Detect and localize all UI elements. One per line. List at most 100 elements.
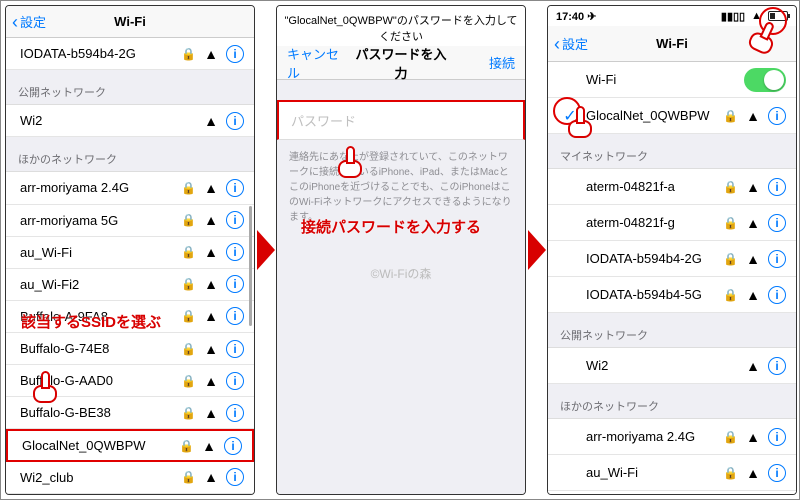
network-row[interactable]: Wi2▲i bbox=[548, 348, 796, 384]
network-row[interactable]: Buffalo-G-BE38🔒▲i bbox=[6, 397, 254, 429]
network-ssid: Wi2 bbox=[20, 113, 196, 128]
cellular-icon: ▮▮▯▯ bbox=[721, 10, 745, 23]
wifi-icon: ▲ bbox=[204, 405, 218, 421]
scrollbar[interactable] bbox=[249, 206, 252, 326]
network-ssid: GlocalNet_0QWBPW bbox=[22, 438, 171, 453]
lock-icon: 🔒 bbox=[723, 252, 738, 266]
lock-icon: 🔒 bbox=[179, 439, 194, 453]
checkmark-icon: ✓ bbox=[562, 106, 578, 126]
lock-icon: 🔒 bbox=[181, 406, 196, 420]
network-row[interactable]: arr-moriyama 5G 🔒 ▲ i bbox=[6, 205, 254, 237]
lock-icon: 🔒 bbox=[181, 309, 196, 323]
wifi-toggle[interactable] bbox=[744, 68, 786, 92]
section-header-other: ほかのネットワーク bbox=[6, 137, 254, 172]
network-row[interactable]: aterm-04821f-g🔒▲i bbox=[548, 205, 796, 241]
network-ssid: Buffalo-G-AAD0 bbox=[20, 373, 173, 388]
lock-icon: 🔒 bbox=[181, 181, 196, 195]
info-icon[interactable]: i bbox=[768, 357, 786, 375]
lock-icon: 🔒 bbox=[181, 342, 196, 356]
info-icon[interactable]: i bbox=[226, 404, 244, 422]
info-icon[interactable]: i bbox=[768, 107, 786, 125]
wifi-icon: ▲ bbox=[204, 46, 218, 62]
password-note: 連絡先にあなたが登録されていて、このネットワークに接続しているiPhone、iP… bbox=[277, 140, 525, 494]
chevron-left-icon: ‹ bbox=[554, 35, 560, 53]
wifi-icon: ▲ bbox=[746, 465, 760, 481]
password-note-text: 連絡先にあなたが登録されていて、このネットワークに接続しているiPhone、iP… bbox=[289, 152, 512, 223]
wifi-icon: ▲ bbox=[746, 429, 760, 445]
info-icon[interactable]: i bbox=[768, 178, 786, 196]
connect-button[interactable]: 接続 bbox=[451, 53, 515, 72]
network-ssid: Wi2 bbox=[586, 358, 738, 373]
lock-icon: 🔒 bbox=[181, 245, 196, 259]
network-row[interactable]: IODATA-b594b4-5G🔒▲i bbox=[548, 277, 796, 313]
network-ssid: arr-moriyama 2.4G bbox=[586, 429, 715, 444]
lock-icon: 🔒 bbox=[181, 47, 196, 61]
lock-icon: 🔒 bbox=[181, 213, 196, 227]
password-placeholder: パスワード bbox=[291, 111, 356, 130]
network-row[interactable]: Wi2_club🔒▲i bbox=[6, 462, 254, 494]
network-ssid: aterm-04821f-g bbox=[586, 215, 715, 230]
info-icon[interactable]: i bbox=[226, 275, 244, 293]
back-button[interactable]: ‹ 設定 bbox=[12, 6, 46, 37]
network-row[interactable]: au_Wi-Fi🔒▲i bbox=[548, 455, 796, 491]
back-label: 設定 bbox=[20, 12, 46, 31]
network-row[interactable]: IODATA-b594b4-2G🔒▲i bbox=[548, 241, 796, 277]
network-row[interactable]: IODATA-b594b4-2G 🔒 ▲ i bbox=[6, 38, 254, 70]
wifi-icon: ▲ bbox=[746, 287, 760, 303]
page-title: Wi-Fi bbox=[656, 36, 688, 51]
back-button[interactable]: ‹ 設定 bbox=[554, 26, 588, 61]
back-label: 設定 bbox=[562, 34, 588, 53]
info-icon[interactable]: i bbox=[226, 340, 244, 358]
info-icon[interactable]: i bbox=[226, 211, 244, 229]
info-icon[interactable]: i bbox=[768, 428, 786, 446]
lock-icon: 🔒 bbox=[723, 109, 738, 123]
network-row[interactable]: Buffalo-G-74E8🔒▲i bbox=[6, 333, 254, 365]
network-row[interactable]: Wi2 ▲ i bbox=[6, 105, 254, 137]
info-icon[interactable]: i bbox=[768, 286, 786, 304]
network-row-highlighted[interactable]: GlocalNet_0QWBPW 🔒 ▲ i bbox=[6, 429, 254, 461]
wifi-icon: ▲ bbox=[204, 212, 218, 228]
info-icon[interactable]: i bbox=[226, 372, 244, 390]
info-icon[interactable]: i bbox=[226, 179, 244, 197]
info-icon[interactable]: i bbox=[226, 468, 244, 486]
connected-network-row[interactable]: ✓ GlocalNet_0QWBPW 🔒 ▲ i bbox=[548, 98, 796, 134]
info-icon[interactable]: i bbox=[224, 437, 242, 455]
network-row[interactable]: au_Wi-Fi🔒▲i bbox=[6, 237, 254, 269]
network-row[interactable]: aterm-04821f-a🔒▲i bbox=[548, 169, 796, 205]
dialog-title: パスワードを入力 bbox=[351, 44, 451, 82]
lock-icon: 🔒 bbox=[723, 430, 738, 444]
step-arrow-icon bbox=[528, 230, 546, 270]
wifi-toggle-label: Wi-Fi bbox=[586, 72, 736, 87]
wifi-icon: ▲ bbox=[746, 108, 760, 124]
network-row[interactable]: arr-moriyama 2.4G 🔒 ▲ i bbox=[548, 419, 796, 455]
cancel-button[interactable]: キャンセル bbox=[287, 44, 351, 82]
wifi-icon: ▲ bbox=[204, 113, 218, 129]
section-header-my: マイネットワーク bbox=[548, 134, 796, 169]
network-row[interactable]: Buffalo-G-AAD0🔒▲i bbox=[6, 365, 254, 397]
network-row[interactable]: arr-moriyama 2.4G🔒▲i bbox=[6, 172, 254, 204]
screen-select-network: ‹ 設定 Wi-Fi IODATA-b594b4-2G 🔒 ▲ i 公開ネットワ… bbox=[5, 5, 255, 495]
network-ssid: au_Wi-Fi2 bbox=[20, 277, 173, 292]
info-icon[interactable]: i bbox=[768, 250, 786, 268]
network-ssid: GlocalNet_0QWBPW bbox=[586, 108, 715, 123]
password-field[interactable]: パスワード bbox=[277, 100, 525, 140]
network-row[interactable]: au_Wi-Fi2🔒▲i bbox=[6, 269, 254, 301]
info-icon[interactable]: i bbox=[768, 214, 786, 232]
wifi-status-icon: ▲ bbox=[751, 10, 762, 22]
info-icon[interactable]: i bbox=[768, 464, 786, 482]
status-bar: 17:40 ✈ ▮▮▯▯ ▲ bbox=[548, 6, 796, 26]
lock-icon: 🔒 bbox=[181, 374, 196, 388]
network-ssid: arr-moriyama 5G bbox=[20, 213, 173, 228]
caption-enter-password: 接続パスワードを入力する bbox=[301, 216, 481, 237]
wifi-icon: ▲ bbox=[202, 438, 216, 454]
info-icon[interactable]: i bbox=[226, 243, 244, 261]
info-icon[interactable]: i bbox=[226, 45, 244, 63]
wifi-icon: ▲ bbox=[746, 179, 760, 195]
network-row[interactable]: au_Wi-Fi2🔒▲i bbox=[548, 491, 796, 494]
navbar: ‹ 設定 Wi-Fi bbox=[6, 6, 254, 38]
info-icon[interactable]: i bbox=[226, 112, 244, 130]
info-icon[interactable]: i bbox=[226, 307, 244, 325]
wifi-icon: ▲ bbox=[204, 276, 218, 292]
wifi-icon: ▲ bbox=[746, 215, 760, 231]
lock-icon: 🔒 bbox=[723, 466, 738, 480]
